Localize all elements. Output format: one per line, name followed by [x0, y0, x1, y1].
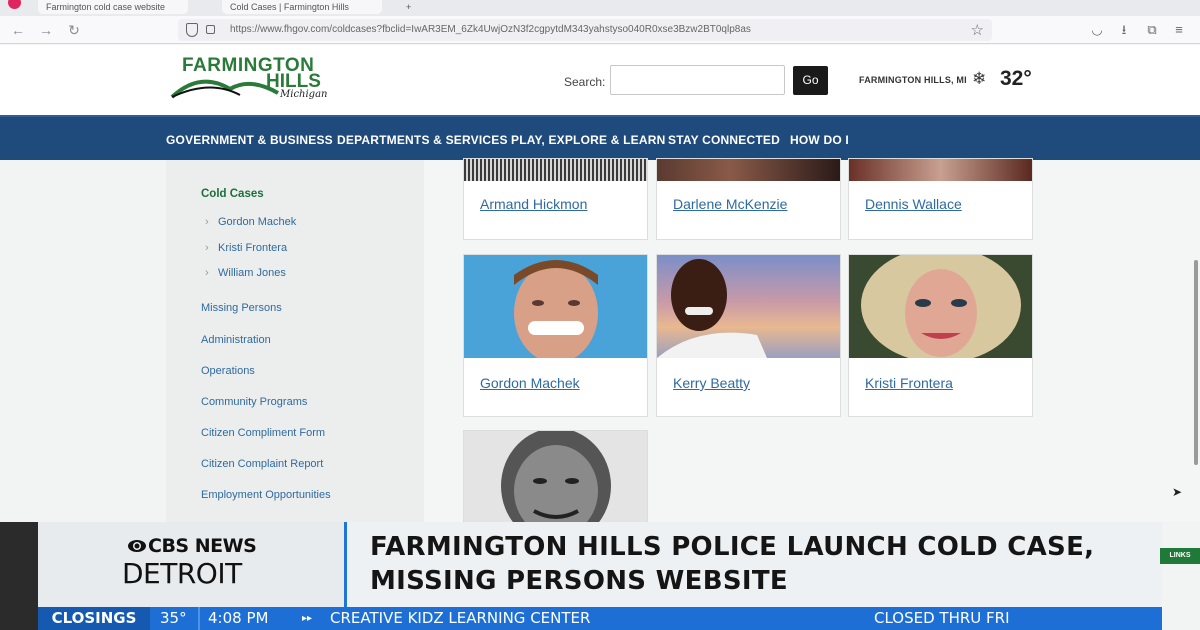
- browser-toolbar: ← → ↻ https://www.fhgov.com/coldcases?fb…: [0, 16, 1200, 44]
- weather-temperature: 32°: [1000, 67, 1032, 90]
- case-card[interactable]: [463, 430, 648, 526]
- extensions-icon[interactable]: ⧉: [1143, 21, 1161, 39]
- case-photo[interactable]: [464, 255, 647, 358]
- nav-government-business[interactable]: GOVERNMENT & BUSINESS: [166, 133, 333, 147]
- reload-icon[interactable]: ↻: [64, 20, 84, 40]
- case-card[interactable]: Darlene McKenzie: [656, 158, 841, 240]
- news-headline: FARMINGTON HILLS POLICE LAUNCH COLD CASE…: [370, 530, 1130, 598]
- search-go-button[interactable]: Go: [793, 66, 828, 95]
- station-name: DETROIT: [122, 557, 242, 590]
- nav-how-do-i[interactable]: HOW DO I: [790, 133, 849, 147]
- case-photo[interactable]: [657, 255, 840, 358]
- page-scrollbar[interactable]: [1194, 260, 1198, 465]
- network-name: CBS NEWS: [148, 535, 257, 557]
- case-photo[interactable]: [849, 255, 1032, 358]
- nav-departments-services[interactable]: DEPARTMENTS & SERVICES: [337, 133, 508, 147]
- nav-stay-connected[interactable]: STAY CONNECTED: [668, 133, 780, 147]
- browser-tab[interactable]: Farmington cold case website: [38, 0, 188, 14]
- case-card[interactable]: Kerry Beatty: [656, 254, 841, 417]
- ticker-separator: [198, 607, 200, 630]
- case-photo[interactable]: [849, 159, 1032, 181]
- case-name-link[interactable]: Gordon Machek: [480, 375, 580, 391]
- lock-icon[interactable]: [206, 25, 215, 34]
- back-icon[interactable]: ←: [8, 20, 28, 40]
- cbs-eye-icon: [128, 540, 146, 552]
- ticker-label: CLOSINGS: [38, 607, 150, 630]
- broadcast-edge: [1162, 522, 1200, 630]
- case-photo[interactable]: [464, 159, 647, 181]
- sidebar-item-administration[interactable]: Administration: [201, 334, 271, 346]
- cold-case-grid: Armand Hickmon Darlene McKenzie Dennis W…: [424, 158, 1200, 526]
- sidebar-subitem-william-jones[interactable]: William Jones: [205, 267, 286, 279]
- tab-label: Farmington cold case website: [46, 2, 166, 12]
- portrait-kerry-beatty: [657, 259, 767, 358]
- sidebar-item-citizen-complaint-report[interactable]: Citizen Complaint Report: [201, 458, 323, 470]
- case-name-link[interactable]: Darlene McKenzie: [673, 196, 787, 212]
- headline-line2: MISSING PERSONS WEBSITE: [370, 566, 788, 596]
- sidebar-item-employment-opportunities[interactable]: Employment Opportunities: [201, 489, 331, 501]
- forward-icon[interactable]: →: [36, 20, 56, 40]
- sidebar-item-community-programs[interactable]: Community Programs: [201, 396, 307, 408]
- snowflake-icon: ❄: [972, 69, 987, 88]
- weather-location: FARMINGTON HILLS, MI: [859, 75, 967, 85]
- portrait-gordon-machek: [514, 260, 598, 358]
- case-card[interactable]: Kristi Frontera: [848, 254, 1033, 417]
- news-ticker: CLOSINGS 35° 4:08 PM ▸▸ CREATIVE KIDZ LE…: [38, 607, 1162, 630]
- ticker-business-name: CREATIVE KIDZ LEARNING CENTER: [330, 609, 591, 627]
- case-photo[interactable]: [464, 431, 647, 526]
- headline-line1: FARMINGTON HILLS POLICE LAUNCH COLD CASE…: [370, 532, 1095, 562]
- browser-tab-active[interactable]: Cold Cases | Farmington Hills: [222, 0, 382, 14]
- case-name-link[interactable]: Kristi Frontera: [865, 375, 953, 391]
- bookmark-star-icon[interactable]: ☆: [971, 21, 984, 39]
- site-header: FARMINGTON HILLS Michigan Search: Go FAR…: [0, 45, 1200, 115]
- ticker-arrow-icon: ▸▸: [302, 613, 313, 624]
- case-card[interactable]: Dennis Wallace: [848, 158, 1033, 240]
- sidebar-subitem-kristi-frontera[interactable]: Kristi Frontera: [205, 242, 287, 254]
- download-icon[interactable]: ⭳: [1115, 21, 1133, 39]
- browser-menu-icon[interactable]: [8, 0, 21, 9]
- broadcast-edge: [0, 522, 38, 630]
- ticker-status: CLOSED THRU FRI: [874, 609, 1010, 627]
- lower-third-divider: [344, 522, 347, 607]
- portrait-sketch: [501, 431, 611, 526]
- page-body: Cold Cases Gordon Machek Kristi Frontera…: [0, 158, 1200, 526]
- mouse-cursor-icon: ➤: [1172, 485, 1183, 499]
- sidebar-item-operations[interactable]: Operations: [201, 365, 255, 377]
- ticker-temperature: 35°: [160, 609, 187, 627]
- sidebar-item-citizen-compliment-form[interactable]: Citizen Compliment Form: [201, 427, 325, 439]
- case-photo[interactable]: [657, 159, 840, 181]
- sidebar: Cold Cases Gordon Machek Kristi Frontera…: [166, 160, 424, 525]
- nav-play-explore-learn[interactable]: PLAY, EXPLORE & LEARN: [511, 133, 665, 147]
- browser-tabstrip: Farmington cold case website Cold Cases …: [0, 0, 1200, 16]
- site-logo[interactable]: FARMINGTON HILLS Michigan: [170, 55, 340, 105]
- search-input[interactable]: [610, 65, 785, 95]
- case-card[interactable]: Gordon Machek: [463, 254, 648, 417]
- case-name-link[interactable]: Dennis Wallace: [865, 196, 962, 212]
- pocket-icon[interactable]: ◡: [1088, 21, 1106, 39]
- sidebar-item-cold-cases[interactable]: Cold Cases: [201, 188, 264, 200]
- case-card[interactable]: Armand Hickmon: [463, 158, 648, 240]
- links-tag: LINKS: [1160, 548, 1200, 564]
- case-name-link[interactable]: Kerry Beatty: [673, 375, 750, 391]
- sidebar-subitem-gordon-machek[interactable]: Gordon Machek: [205, 216, 296, 228]
- tracking-shield-icon[interactable]: [186, 23, 198, 37]
- ticker-time: 4:08 PM: [208, 609, 269, 627]
- portrait-kristi-frontera: [861, 255, 1021, 358]
- url-text[interactable]: https://www.fhgov.com/coldcases?fbclid=I…: [230, 24, 960, 35]
- new-tab-icon[interactable]: +: [398, 0, 418, 14]
- search-label: Search:: [564, 75, 606, 89]
- menu-icon[interactable]: ≡: [1170, 21, 1188, 39]
- address-bar[interactable]: https://www.fhgov.com/coldcases?fbclid=I…: [178, 19, 992, 41]
- screen: Farmington cold case website Cold Cases …: [0, 0, 1200, 630]
- case-name-link[interactable]: Armand Hickmon: [480, 196, 587, 212]
- sidebar-item-missing-persons[interactable]: Missing Persons: [201, 302, 282, 314]
- main-nav: GOVERNMENT & BUSINESS DEPARTMENTS & SERV…: [0, 115, 1200, 160]
- logo-line3: Michigan: [280, 89, 328, 100]
- tab-label: Cold Cases | Farmington Hills: [230, 2, 349, 12]
